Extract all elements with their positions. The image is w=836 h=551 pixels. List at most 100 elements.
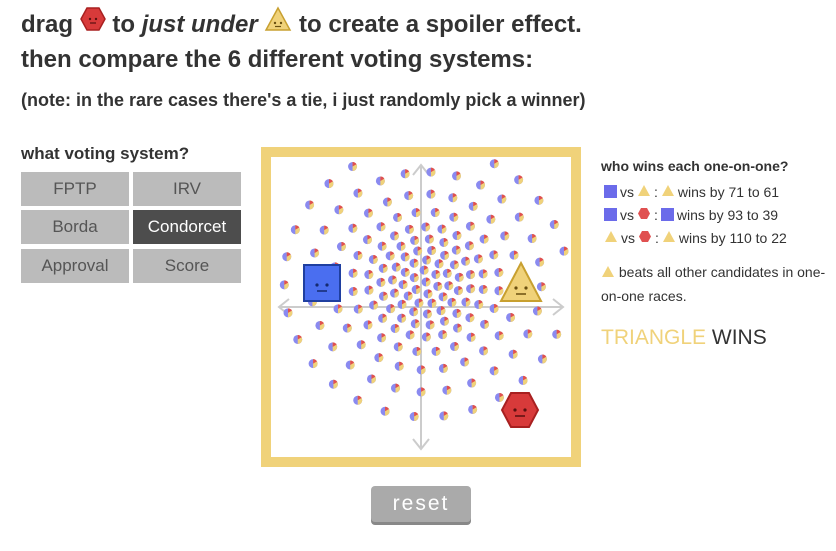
just-under-text: just under bbox=[141, 10, 258, 38]
voter-dot bbox=[461, 256, 471, 266]
voter-dot bbox=[527, 234, 537, 244]
condorcet-button[interactable]: Condorcet bbox=[133, 210, 241, 244]
voter-dot bbox=[386, 304, 396, 314]
voter-dot bbox=[426, 189, 436, 199]
voter-dot bbox=[416, 387, 426, 397]
voter-dot bbox=[426, 167, 436, 177]
voter-dot bbox=[523, 329, 533, 339]
voter-dot bbox=[494, 392, 504, 402]
voter-dot bbox=[478, 269, 488, 279]
voter-dot bbox=[427, 245, 437, 255]
voter-dot bbox=[478, 284, 488, 294]
voter-dot bbox=[305, 200, 315, 210]
voter-dot bbox=[479, 346, 489, 356]
voter-dot bbox=[403, 291, 413, 301]
voter-dot bbox=[409, 258, 419, 268]
voter-dot bbox=[378, 313, 388, 323]
irv-button[interactable]: IRV bbox=[133, 172, 241, 206]
score-button[interactable]: Score bbox=[133, 249, 241, 283]
voter-dot bbox=[353, 304, 363, 314]
voter-dot bbox=[438, 330, 448, 340]
voter-dot bbox=[315, 320, 325, 330]
voter-dot bbox=[464, 241, 474, 251]
voter-dot bbox=[489, 159, 499, 169]
voter-dot bbox=[438, 292, 448, 302]
voter-dot bbox=[431, 346, 441, 356]
voter-dot bbox=[369, 300, 379, 310]
voter-dot bbox=[410, 235, 420, 245]
voter-dot bbox=[514, 175, 524, 185]
square-candidate[interactable] bbox=[303, 264, 341, 302]
voter-dot bbox=[423, 289, 433, 299]
voter-dot bbox=[404, 224, 414, 234]
voter-dot bbox=[391, 262, 401, 272]
voter-dot bbox=[290, 225, 300, 235]
voter-dot bbox=[387, 275, 397, 285]
triangle-icon bbox=[604, 230, 618, 246]
voter-dot bbox=[439, 316, 449, 326]
voter-dot bbox=[460, 357, 470, 367]
voter-dot bbox=[442, 385, 452, 395]
pair-row: vs : wins by 93 to 39 bbox=[601, 203, 831, 226]
voter-dot bbox=[559, 246, 569, 256]
voter-dot bbox=[422, 255, 432, 265]
voter-dot bbox=[366, 374, 376, 384]
voter-dot bbox=[494, 286, 504, 296]
voter-dot bbox=[390, 288, 400, 298]
voter-dot bbox=[489, 303, 499, 313]
vs-text: vs bbox=[620, 183, 634, 200]
hexagon-candidate[interactable] bbox=[500, 392, 540, 428]
voter-dot bbox=[411, 285, 421, 295]
voter-dot bbox=[364, 270, 374, 280]
borda-button[interactable]: Borda bbox=[21, 210, 129, 244]
voter-dot bbox=[364, 285, 374, 295]
winner-suffix: WINS bbox=[711, 325, 767, 349]
triangle-candidate[interactable] bbox=[499, 260, 543, 302]
voter-dot bbox=[422, 309, 432, 319]
winner-name: TRIANGLE bbox=[601, 325, 707, 349]
voter-dot bbox=[328, 342, 338, 352]
voter-dot bbox=[421, 332, 431, 342]
voter-dot bbox=[310, 248, 320, 258]
voter-dot bbox=[486, 214, 496, 224]
instruction-line-2: then compare the 6 different voting syst… bbox=[21, 46, 534, 73]
voter-dot bbox=[342, 323, 352, 333]
fptp-button[interactable]: FPTP bbox=[21, 172, 129, 206]
voter-dot bbox=[348, 223, 358, 233]
voter-dot bbox=[319, 225, 329, 235]
voter-dot bbox=[467, 378, 477, 388]
voter-dot bbox=[430, 208, 440, 218]
voter-dot bbox=[489, 366, 499, 376]
voter-dot bbox=[400, 169, 410, 179]
voter-dot bbox=[440, 250, 450, 260]
voter-dot bbox=[549, 220, 559, 230]
voter-dot bbox=[416, 365, 426, 375]
voter-dot bbox=[336, 242, 346, 252]
triangle-icon bbox=[264, 6, 292, 41]
voter-dot bbox=[279, 280, 289, 290]
voter-dot bbox=[454, 272, 464, 282]
hexagon-icon bbox=[637, 207, 651, 223]
voter-dot bbox=[494, 331, 504, 341]
voter-dot bbox=[508, 349, 518, 359]
voter-dot bbox=[431, 269, 441, 279]
voter-dot bbox=[410, 319, 420, 329]
voter-dot bbox=[398, 280, 408, 290]
voter-dot bbox=[411, 208, 421, 218]
voter-dot bbox=[453, 323, 463, 333]
voter-dot bbox=[424, 234, 434, 244]
voter-dot bbox=[473, 254, 483, 264]
voter-dot bbox=[409, 307, 419, 317]
voter-dot bbox=[353, 251, 363, 261]
approval-button[interactable]: Approval bbox=[21, 249, 129, 283]
voter-dot bbox=[535, 257, 545, 267]
voter-dot bbox=[324, 179, 334, 189]
voter-dot bbox=[439, 237, 449, 247]
voter-dot bbox=[391, 383, 401, 393]
voter-dot bbox=[466, 284, 476, 294]
reset-button[interactable]: reset bbox=[371, 486, 471, 522]
board-canvas bbox=[277, 159, 569, 451]
simulation-board[interactable] bbox=[261, 147, 581, 467]
voter-dot bbox=[552, 329, 562, 339]
voter-dot bbox=[397, 299, 407, 309]
